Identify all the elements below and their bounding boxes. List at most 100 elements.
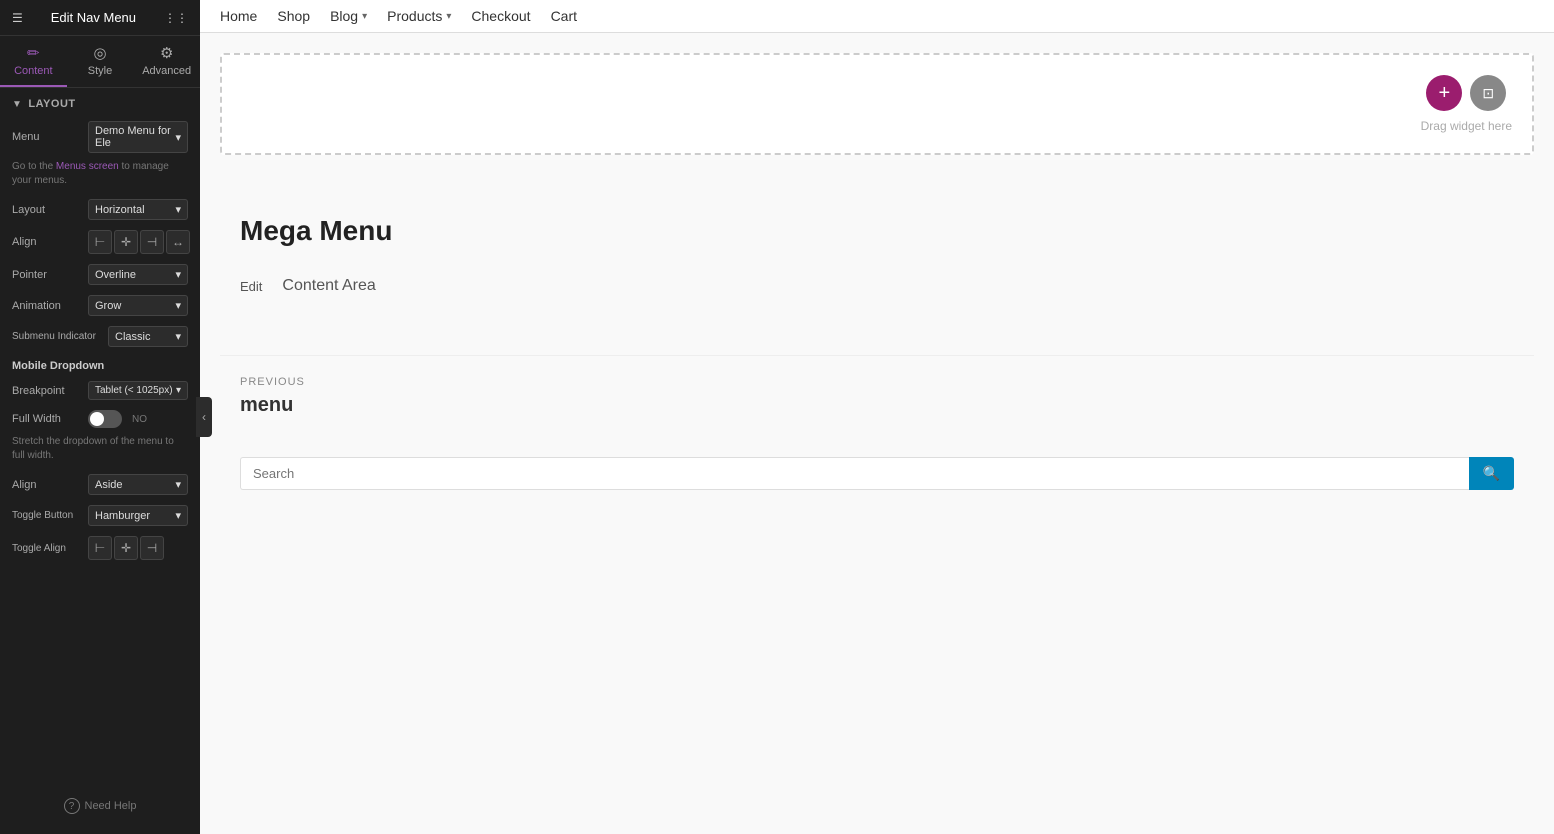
breakpoint-dropdown-arrow: ▾ <box>176 385 181 396</box>
mobile-align-dropdown-arrow: ▾ <box>175 478 181 491</box>
search-button[interactable]: 🔍 <box>1469 457 1514 490</box>
menu-field-row: Menu Demo Menu for Ele ▾ <box>0 116 200 158</box>
submenu-value: Classic <box>115 331 150 343</box>
toggle-align-buttons: ⊢ ✛ ⊣ <box>88 536 164 560</box>
pointer-value: Overline <box>95 269 136 281</box>
breakpoint-label: Breakpoint <box>12 385 82 397</box>
full-width-hint: Stretch the dropdown of the menu to full… <box>0 433 200 469</box>
help-icon: ? <box>64 798 80 814</box>
menus-screen-link[interactable]: Menus screen <box>56 161 119 172</box>
content-area-label: Content Area <box>282 277 375 295</box>
grid-icon[interactable]: ⋮⋮ <box>164 11 188 25</box>
align-center-btn[interactable]: ✛ <box>114 230 138 254</box>
submenu-label: Submenu Indicator <box>12 331 102 342</box>
layout-field-row: Layout Horizontal ▾ <box>0 194 200 225</box>
nav-cart[interactable]: Cart <box>551 8 577 24</box>
menu-dropdown[interactable]: Demo Menu for Ele ▾ <box>88 121 188 153</box>
toggle-button-field-row: Toggle Button Hamburger ▾ <box>0 500 200 531</box>
layout-label: Layout <box>12 204 82 216</box>
pointer-label: Pointer <box>12 269 82 281</box>
toggle-align-field-row: Toggle Align ⊢ ✛ ⊣ <box>0 531 200 565</box>
style-tab-icon: ◎ <box>93 44 106 62</box>
submenu-field-row: Submenu Indicator Classic ▾ <box>0 321 200 352</box>
previous-label: PREVIOUS <box>240 376 1514 388</box>
animation-value: Grow <box>95 300 121 312</box>
animation-dropdown[interactable]: Grow ▾ <box>88 295 188 316</box>
widget-buttons: + ⊡ <box>1426 75 1506 111</box>
widget-zone: + ⊡ Drag widget here <box>220 53 1534 155</box>
widget-zone-inner: + ⊡ Drag widget here <box>1421 75 1512 133</box>
nav-bar: Home Shop Blog ▾ Products ▾ Checkout Car… <box>200 0 1554 33</box>
toggle-button-dropdown-arrow: ▾ <box>175 509 181 522</box>
search-icon: 🔍 <box>1483 465 1500 482</box>
toggle-align-label: Toggle Align <box>12 543 82 554</box>
collapse-panel-handle[interactable]: ‹ <box>196 397 212 437</box>
align-left-btn[interactable]: ⊢ <box>88 230 112 254</box>
tab-content[interactable]: ✏ Content <box>0 36 67 87</box>
align-field-row: Align ⊢ ✛ ⊣ ↔ <box>0 225 200 259</box>
panel-title: Edit Nav Menu <box>51 10 136 25</box>
align-stretch-btn[interactable]: ↔ <box>166 230 190 254</box>
edit-link[interactable]: Edit <box>240 279 262 294</box>
nav-shop[interactable]: Shop <box>277 8 310 24</box>
full-width-label: Full Width <box>12 413 82 425</box>
menu-dropdown-arrow: ▾ <box>175 131 181 144</box>
nav-checkout[interactable]: Checkout <box>471 8 530 24</box>
left-panel: ☰ Edit Nav Menu ⋮⋮ ✏ Content ◎ Style ⚙ A… <box>0 0 200 834</box>
previous-title: menu <box>240 394 1514 417</box>
toggle-button-dropdown[interactable]: Hamburger ▾ <box>88 505 188 526</box>
panel-tabs: ✏ Content ◎ Style ⚙ Advanced <box>0 36 200 88</box>
menu-label: Menu <box>12 131 82 143</box>
nav-home[interactable]: Home <box>220 8 257 24</box>
breakpoint-field-row: Breakpoint Tablet (< 1025px) ▾ <box>0 376 200 405</box>
submenu-dropdown[interactable]: Classic ▾ <box>108 326 188 347</box>
layout-section-header[interactable]: ▼ Layout <box>0 88 200 116</box>
panel-header: ☰ Edit Nav Menu ⋮⋮ <box>0 0 200 36</box>
toggle-button-label: Toggle Button <box>12 510 82 521</box>
animation-dropdown-arrow: ▾ <box>175 299 181 312</box>
toggle-align-center-btn[interactable]: ✛ <box>114 536 138 560</box>
products-dropdown-arrow: ▾ <box>446 11 451 22</box>
mobile-align-dropdown[interactable]: Aside ▾ <box>88 474 188 495</box>
nav-blog[interactable]: Blog ▾ <box>330 8 367 24</box>
pointer-dropdown-arrow: ▾ <box>175 268 181 281</box>
previous-section: PREVIOUS menu <box>220 355 1534 437</box>
add-widget-button[interactable]: + <box>1426 75 1462 111</box>
tab-advanced[interactable]: ⚙ Advanced <box>133 36 200 87</box>
mega-menu-title: Mega Menu <box>240 215 392 247</box>
main-content: Home Shop Blog ▾ Products ▾ Checkout Car… <box>200 0 1554 834</box>
toggle-no-text: NO <box>132 414 147 425</box>
layout-dropdown-arrow: ▾ <box>175 203 181 216</box>
advanced-tab-label: Advanced <box>142 65 191 77</box>
align-right-btn[interactable]: ⊣ <box>140 230 164 254</box>
advanced-tab-icon: ⚙ <box>160 44 173 62</box>
pointer-field-row: Pointer Overline ▾ <box>0 259 200 290</box>
pointer-dropdown[interactable]: Overline ▾ <box>88 264 188 285</box>
menu-hint: Go to the Menus screen to manage your me… <box>0 158 200 194</box>
help-row[interactable]: ? Need Help <box>0 778 200 834</box>
content-tab-label: Content <box>14 65 53 77</box>
layout-dropdown[interactable]: Horizontal ▾ <box>88 199 188 220</box>
style-tab-label: Style <box>88 65 112 77</box>
nav-products[interactable]: Products ▾ <box>387 8 451 24</box>
mega-menu-edit-row: Edit Content Area <box>240 277 1514 295</box>
toggle-button-value: Hamburger <box>95 510 150 522</box>
toggle-knob <box>90 412 104 426</box>
breakpoint-value: Tablet (< 1025px) <box>95 385 173 396</box>
submenu-dropdown-arrow: ▾ <box>175 330 181 343</box>
search-input[interactable] <box>240 457 1469 490</box>
hamburger-icon[interactable]: ☰ <box>12 11 23 25</box>
search-row: 🔍 <box>220 437 1534 510</box>
toggle-align-left-btn[interactable]: ⊢ <box>88 536 112 560</box>
mobile-section-header: Mobile Dropdown <box>0 352 200 376</box>
layout-section-label: Layout <box>28 98 75 110</box>
animation-label: Animation <box>12 300 82 312</box>
drag-text: Drag widget here <box>1421 119 1512 133</box>
tab-style[interactable]: ◎ Style <box>67 36 134 87</box>
toggle-align-right-btn[interactable]: ⊣ <box>140 536 164 560</box>
full-width-toggle[interactable] <box>88 410 122 428</box>
breakpoint-dropdown[interactable]: Tablet (< 1025px) ▾ <box>88 381 188 400</box>
move-widget-button[interactable]: ⊡ <box>1470 75 1506 111</box>
layout-section-arrow: ▼ <box>12 99 22 110</box>
animation-field-row: Animation Grow ▾ <box>0 290 200 321</box>
